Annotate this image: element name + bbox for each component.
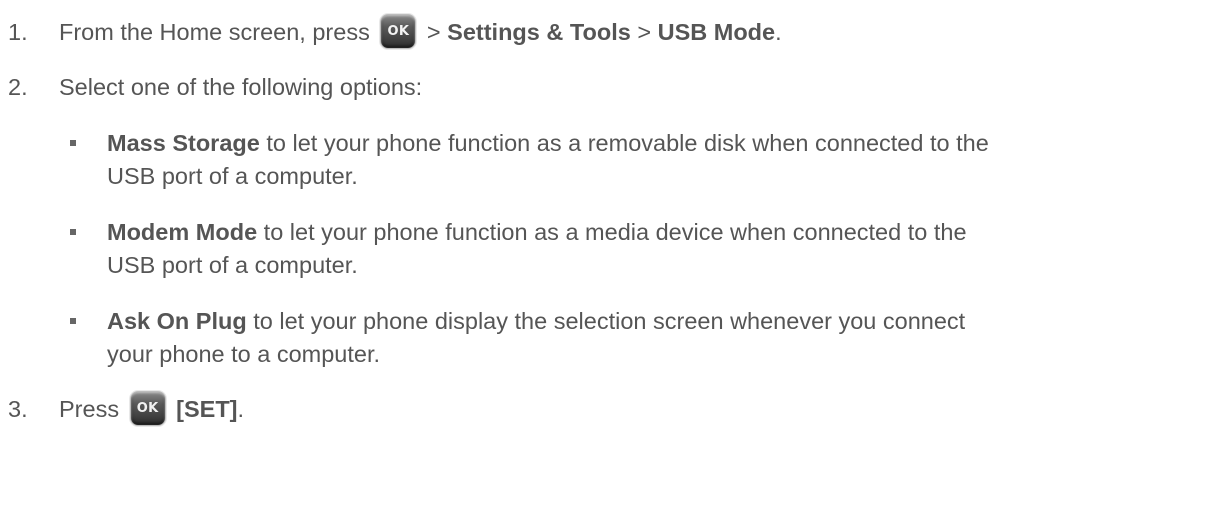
option-description: to let your phone display the selection … xyxy=(246,308,966,334)
option-description-cont: your phone to a computer. xyxy=(107,341,381,367)
option-description-cont: USB port of a computer. xyxy=(107,163,358,189)
bullet-icon xyxy=(70,318,76,324)
option-title: Mass Storage xyxy=(107,130,260,156)
step-number: 1. xyxy=(8,19,28,45)
option-text: Modem Mode to let your phone function as… xyxy=(107,216,967,248)
separator: > xyxy=(426,19,441,45)
separator: > xyxy=(637,19,652,45)
bullet-icon xyxy=(70,140,76,146)
bullet-icon xyxy=(70,229,76,235)
option-title: Modem Mode xyxy=(107,219,258,245)
menu-path-settings-tools: Settings & Tools xyxy=(447,19,631,45)
step-text: From the Home screen, press OK > Setting… xyxy=(59,14,782,51)
step-text-before: Press xyxy=(59,396,120,422)
option-text: Mass Storage to let your phone function … xyxy=(107,127,989,159)
step-text-before: From the Home screen, press xyxy=(59,19,370,45)
set-label: [SET] xyxy=(176,396,238,422)
step-text: Press OK [SET]. xyxy=(59,391,245,428)
option-description-cont: USB port of a computer. xyxy=(107,252,358,278)
option-description: to let your phone function as a media de… xyxy=(257,219,967,245)
step-number: 2. xyxy=(8,74,28,100)
menu-path-usb-mode: USB Mode xyxy=(657,19,776,45)
option-description: to let your phone function as a removabl… xyxy=(259,130,989,156)
step-text: Select one of the following options: xyxy=(59,74,423,100)
option-title: Ask On Plug xyxy=(107,308,247,334)
step-end: . xyxy=(775,19,782,45)
step-number: 3. xyxy=(8,396,28,422)
ok-key-icon: OK xyxy=(380,14,417,50)
ok-key-icon: OK xyxy=(129,391,166,427)
step-end: . xyxy=(237,396,245,422)
option-text: Ask On Plug to let your phone display th… xyxy=(107,305,965,337)
